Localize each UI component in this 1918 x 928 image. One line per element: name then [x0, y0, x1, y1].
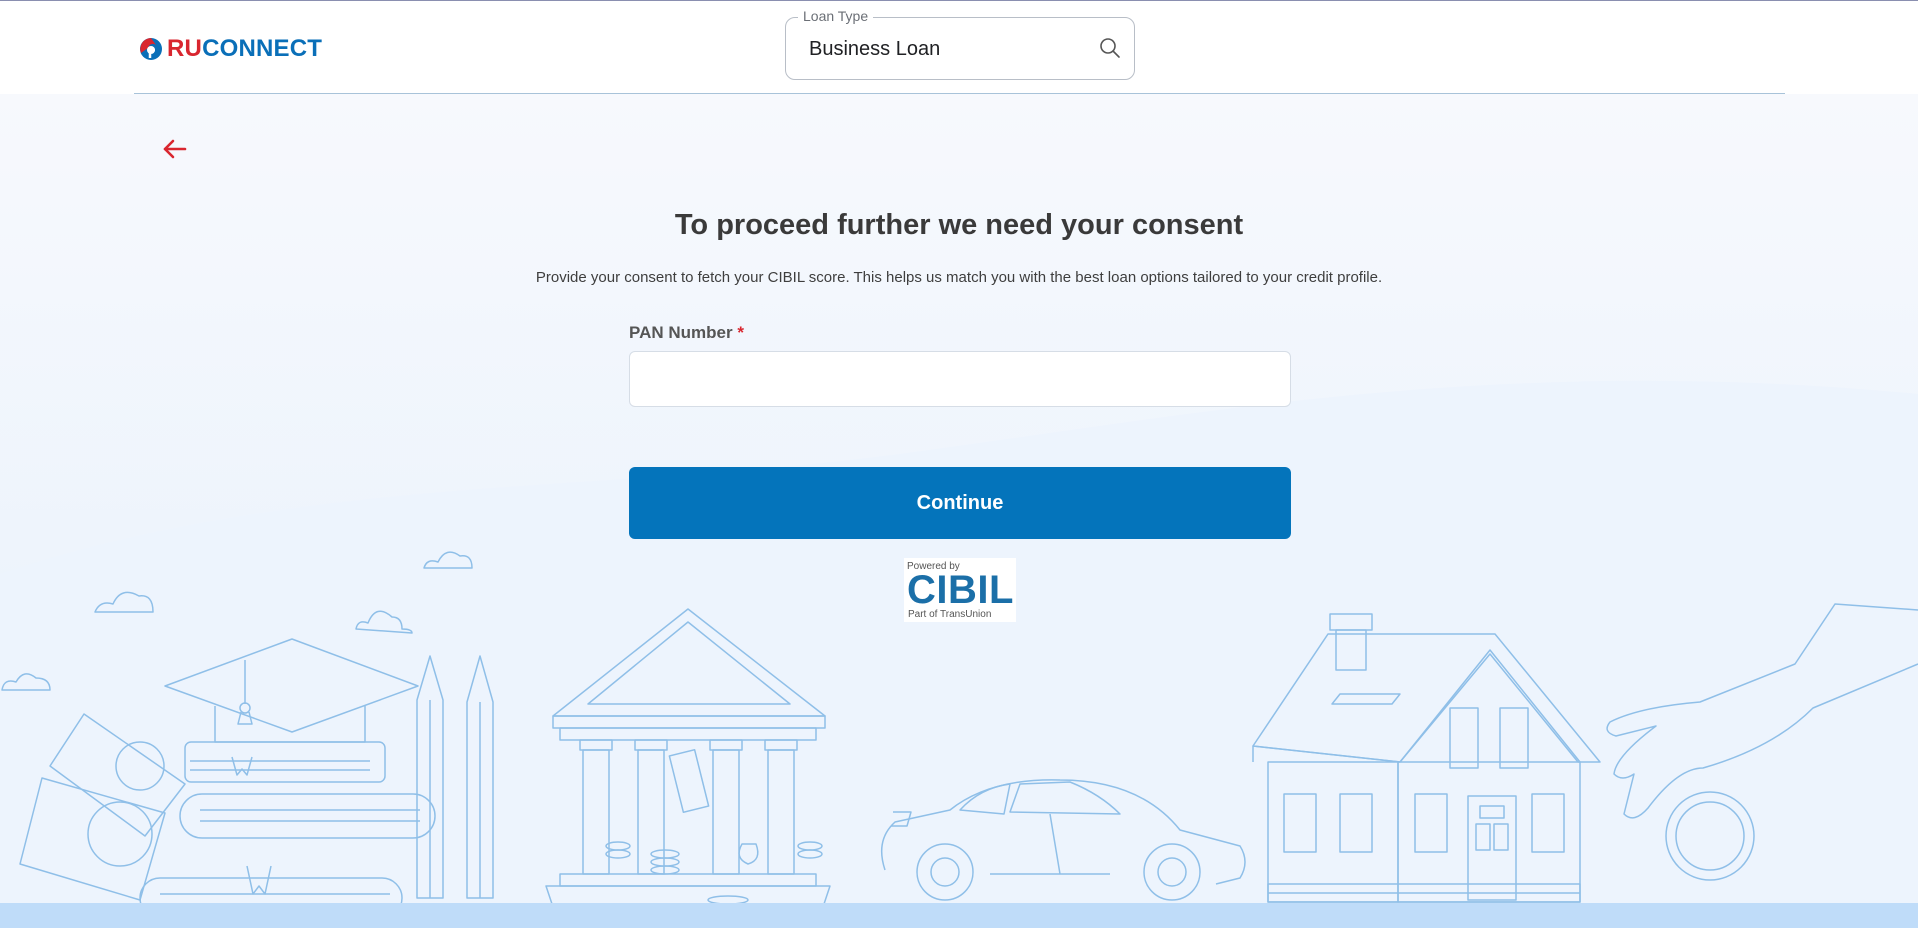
cibil-part-of: Part of TransUnion: [908, 609, 992, 620]
brand-logo[interactable]: RU CONNECT: [138, 34, 322, 64]
logo-mark-icon: [140, 38, 162, 60]
arrow-left-icon[interactable]: [162, 138, 188, 160]
brand-name-connect: CONNECT: [202, 35, 323, 62]
pan-label-text: PAN Number: [629, 323, 733, 342]
app-header: RU CONNECT Loan Type Business Loan: [0, 1, 1918, 94]
cibil-name: CIBIL: [907, 568, 1014, 612]
footer-bar: [0, 903, 1918, 928]
pan-number-label: PAN Number *: [629, 323, 744, 343]
consent-title: To proceed further we need your consent: [674, 209, 1244, 241]
loan-type-value[interactable]: Business Loan: [809, 38, 940, 61]
continue-button[interactable]: Continue: [629, 467, 1291, 539]
loan-type-field[interactable]: Loan Type Business Loan: [785, 8, 1135, 80]
pan-number-input[interactable]: [629, 351, 1291, 407]
brand-name-ru: RU: [167, 35, 203, 62]
search-icon[interactable]: [1098, 36, 1122, 60]
required-asterisk: *: [737, 323, 744, 342]
cibil-badge: Powered by CIBIL Part of TransUnion: [904, 558, 1016, 622]
loan-type-label: Loan Type: [798, 8, 874, 24]
consent-subtitle: Provide your consent to fetch your CIBIL…: [535, 269, 1383, 286]
